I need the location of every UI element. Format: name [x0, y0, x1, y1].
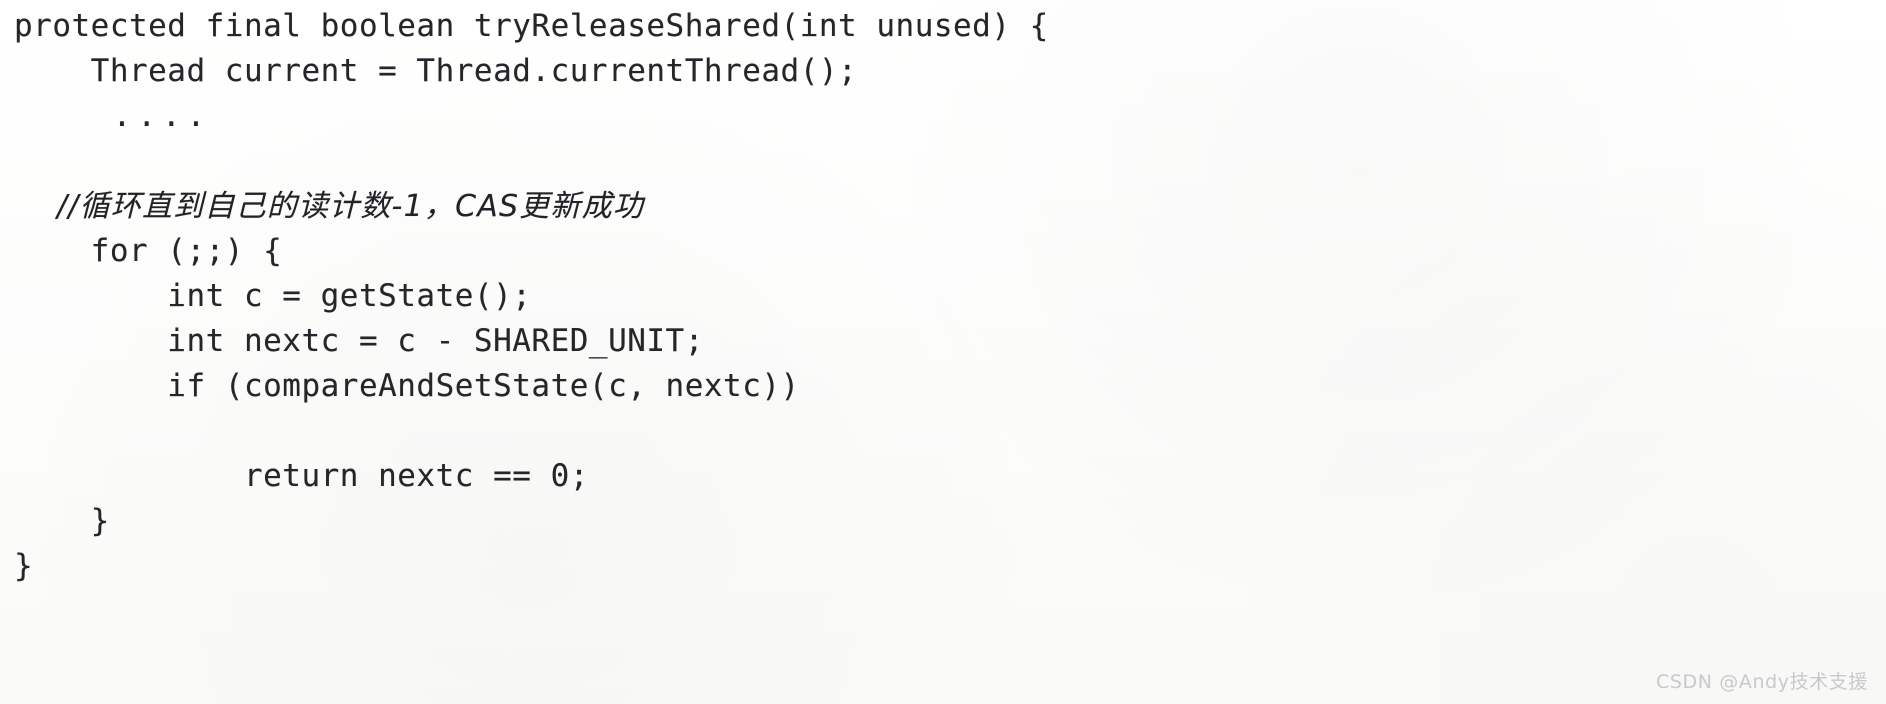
code-line: Thread current = Thread.currentThread(); [14, 53, 858, 89]
code-line-ellipsis: .... [14, 98, 212, 134]
code-line: protected final boolean tryReleaseShared… [14, 8, 1049, 44]
csdn-watermark: CSDN @Andy技术支援 [1656, 671, 1868, 693]
code-comment-line: //循环直到自己的读计数-1，CAS更新成功 [14, 189, 644, 224]
scanned-code-page: protected final boolean tryReleaseShared… [0, 0, 1886, 704]
code-line: } [14, 503, 110, 539]
code-line: int c = getState(); [14, 278, 532, 314]
code-line: if (compareAndSetState(c, nextc)) [14, 368, 800, 404]
code-line: int nextc = c - SHARED_UNIT; [14, 323, 704, 359]
code-line: for (;;) { [14, 233, 283, 269]
code-listing: protected final boolean tryReleaseShared… [0, 0, 1886, 589]
code-line: } [14, 548, 34, 584]
code-line: return nextc == 0; [14, 458, 589, 494]
